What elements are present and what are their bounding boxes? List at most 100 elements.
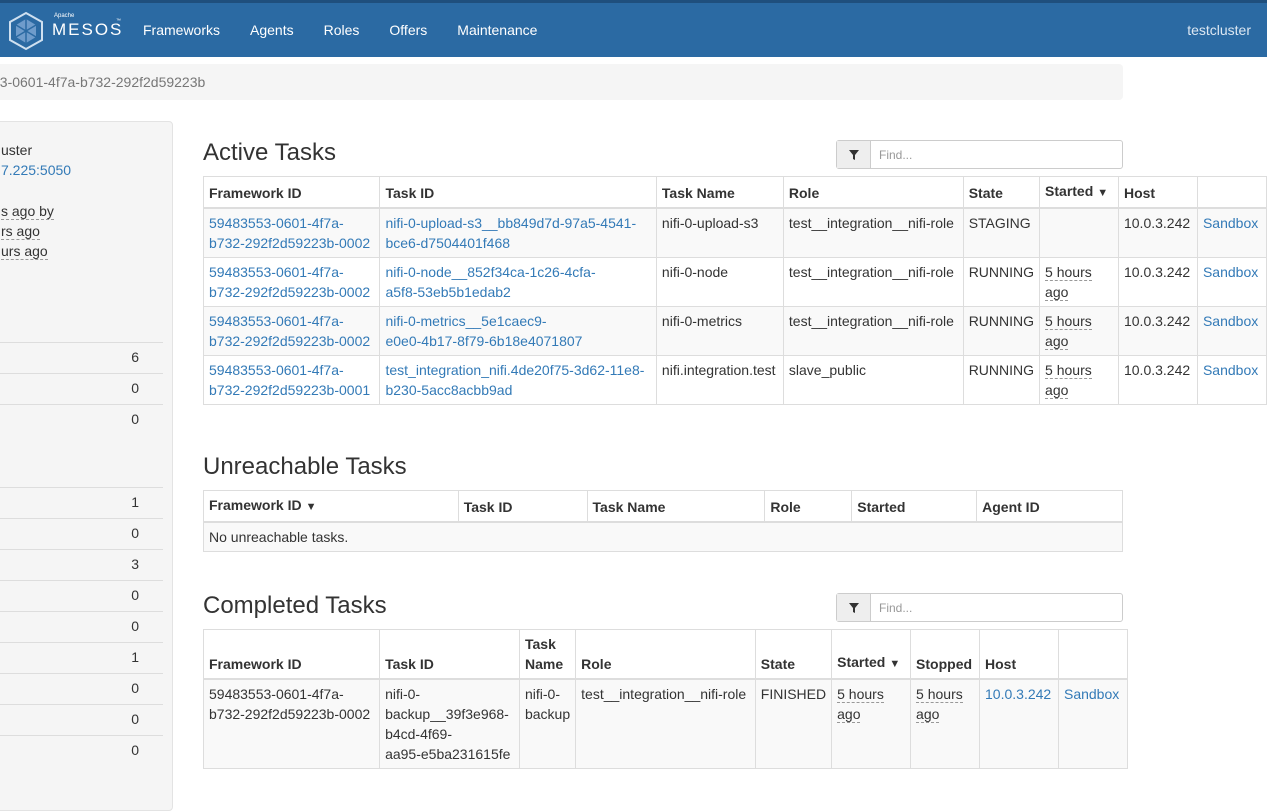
task-name: nifi-0-node — [655, 257, 784, 307]
col-stopped[interactable]: Stopped — [910, 629, 981, 680]
col-framework-id[interactable]: Framework ID — [202, 629, 381, 680]
col-state[interactable]: State — [962, 176, 1041, 209]
cluster-name: testcluster — [1187, 22, 1251, 38]
sandbox-link[interactable]: Sandbox — [1203, 264, 1258, 280]
col-task-name[interactable]: Task Name — [518, 629, 577, 680]
stat-row: 1 — [0, 487, 163, 518]
framework-info-panel: uster 7.225:5050 s ago by rs ago urs ago… — [0, 121, 173, 811]
failover-time: urs ago — [1, 243, 48, 260]
col-task-id[interactable]: Task ID — [379, 629, 520, 680]
stat-row: 1 — [0, 642, 163, 673]
task-host: 10.0.3.242 — [1117, 257, 1198, 307]
col-sandbox — [1057, 629, 1129, 680]
nav-maintenance[interactable]: Maintenance — [442, 3, 552, 57]
col-role[interactable]: Role — [764, 490, 853, 523]
task-host: 10.0.3.242 — [1117, 207, 1198, 258]
framework-id-link[interactable]: 59483553-0601-4f7a-b732-292f2d59223b-000… — [209, 264, 370, 300]
mesos-hexagon-icon — [9, 11, 43, 51]
col-host[interactable]: Host — [979, 629, 1059, 680]
host-link[interactable]: 10.0.3.242 — [985, 686, 1051, 702]
nav-roles[interactable]: Roles — [309, 3, 375, 57]
col-role[interactable]: Role — [782, 176, 964, 209]
task-name: nifi-0- backup — [518, 678, 577, 769]
stat-row: 0 — [0, 611, 163, 642]
task-role: test__integration__nifi-role — [782, 257, 964, 307]
task-role: test__integration__nifi-role — [575, 678, 756, 769]
completed-tasks-search-input[interactable] — [871, 594, 1122, 621]
task-state: RUNNING — [962, 306, 1041, 356]
stat-row: 0 — [0, 735, 163, 766]
task-name: nifi-0-upload-s3 — [655, 207, 784, 258]
col-started[interactable]: Started — [851, 490, 978, 523]
task-state: RUNNING — [962, 257, 1041, 307]
col-task-name[interactable]: Task Name — [655, 176, 784, 209]
nav-agents[interactable]: Agents — [235, 3, 309, 57]
table-row: 59483553-0601-4f7a-b732-292f2d59223b-000… — [202, 207, 1267, 258]
table-row: 59483553-0601-4f7a-b732-292f2d59223b-000… — [202, 306, 1267, 356]
sandbox-link[interactable]: Sandbox — [1064, 686, 1119, 702]
stat-row: 0 — [0, 373, 163, 404]
task-started — [1039, 207, 1119, 258]
col-started[interactable]: Started ▼ — [1039, 176, 1119, 209]
logo-mesos-text: MESOS — [52, 20, 124, 39]
framework-id-link[interactable]: 59483553-0601-4f7a-b732-292f2d59223b-000… — [209, 313, 370, 349]
task-id-link[interactable]: test_integration_nifi.4de20f75-3d62-11e8… — [385, 362, 644, 398]
active-tasks-table: Framework ID Task ID Task Name Role Stat… — [202, 176, 1267, 405]
stat-row: 0 — [0, 404, 163, 435]
sandbox-link[interactable]: Sandbox — [1203, 313, 1258, 329]
stat-row: 0 — [0, 518, 163, 549]
table-row: 59483553-0601-4f7a-b732-292f2d59223b-000… — [202, 355, 1267, 405]
main-nav: Frameworks Agents Roles Offers Maintenan… — [128, 3, 552, 57]
col-task-id[interactable]: Task ID — [457, 490, 588, 523]
sort-desc-icon: ▼ — [305, 501, 317, 513]
col-sandbox — [1196, 176, 1267, 209]
nav-offers[interactable]: Offers — [374, 3, 442, 57]
col-framework-id[interactable]: Framework ID — [202, 176, 381, 209]
task-started: 5 hours ago — [831, 678, 912, 769]
nav-frameworks[interactable]: Frameworks — [128, 3, 235, 57]
stat-row: 3 — [0, 549, 163, 580]
col-host[interactable]: Host — [1117, 176, 1198, 209]
task-host: 10.0.3.242 — [1117, 306, 1198, 356]
col-state[interactable]: State — [754, 629, 833, 680]
active-tasks-filter — [836, 140, 1123, 169]
logo-apache-text: Apache — [54, 13, 75, 19]
sandbox-link[interactable]: Sandbox — [1203, 362, 1258, 378]
task-name: nifi.integration.test — [655, 355, 784, 405]
task-id-link[interactable]: nifi-0-metrics__5e1caec9- e0e0-4b17-8f79-… — [385, 313, 582, 349]
task-role: slave_public — [782, 355, 964, 405]
top-navbar: Apache MESOS ™ Frameworks Agents Roles O… — [0, 0, 1267, 57]
sort-desc-icon: ▼ — [889, 658, 901, 670]
framework-id-link[interactable]: 59483553-0601-4f7a-b732-292f2d59223b-000… — [209, 362, 370, 398]
task-state: FINISHED — [754, 678, 833, 769]
stat-row: 6 — [0, 342, 163, 373]
reregistered-time: rs ago — [1, 223, 40, 240]
sandbox-link[interactable]: Sandbox — [1203, 215, 1258, 231]
col-task-id[interactable]: Task ID — [379, 176, 657, 209]
filter-icon[interactable] — [837, 594, 871, 621]
framework-id: 59483553-0601-4f7a-b732-292f2d59223b-000… — [202, 678, 381, 769]
stat-row: 0 — [0, 580, 163, 611]
task-started: 5 hours ago — [1039, 257, 1119, 307]
task-id-link[interactable]: nifi-0-node__852f34ca-1c26-4cfa-a5f8-53e… — [385, 264, 595, 300]
col-task-name[interactable]: Task Name — [586, 490, 766, 523]
col-role[interactable]: Role — [575, 629, 756, 680]
framework-id-link[interactable]: 59483553-0601-4f7a-b732-292f2d59223b-000… — [209, 215, 370, 251]
table-row: 59483553-0601-4f7a-b732-292f2d59223b-000… — [202, 257, 1267, 307]
filter-icon[interactable] — [837, 141, 871, 168]
task-role: test__integration__nifi-role — [782, 207, 964, 258]
col-started[interactable]: Started ▼ — [831, 629, 912, 680]
unreachable-tasks-title: Unreachable Tasks — [203, 453, 407, 480]
active-tasks-search-input[interactable] — [871, 141, 1122, 168]
logo-trademark: ™ — [116, 18, 121, 24]
master-link[interactable]: 7.225:5050 — [1, 162, 71, 178]
col-framework-id[interactable]: Framework ID ▼ — [203, 490, 459, 523]
sort-desc-icon: ▼ — [1097, 187, 1109, 199]
task-id-link[interactable]: nifi-0-upload-s3__bb849d7d-97a5-4541- bce… — [385, 215, 636, 251]
mesos-logo[interactable]: Apache MESOS ™ — [6, 10, 122, 52]
col-agent-id[interactable]: Agent ID — [976, 490, 1123, 523]
completed-tasks-title: Completed Tasks — [203, 592, 387, 619]
task-name: nifi-0-metrics — [655, 306, 784, 356]
breadcrumb-framework-id: 53-0601-4f7a-b732-292f2d59223b — [0, 74, 206, 90]
stat-row: 0 — [0, 673, 163, 704]
